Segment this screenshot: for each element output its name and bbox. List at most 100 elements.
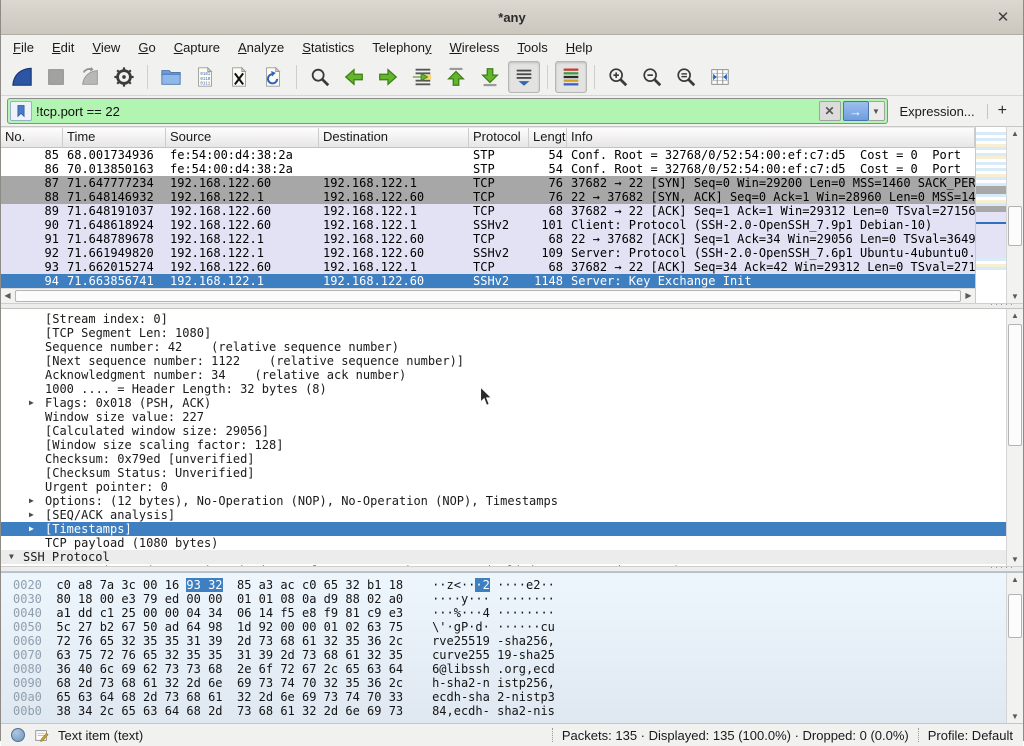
- menu-view[interactable]: View: [83, 37, 129, 58]
- go-to-packet-button[interactable]: [406, 61, 438, 93]
- packet-list-vscrollbar[interactable]: ▲ ▼: [1006, 127, 1023, 303]
- menu-edit[interactable]: Edit: [43, 37, 83, 58]
- collapse-arrow-icon[interactable]: ▼: [9, 552, 14, 562]
- capture-options-button[interactable]: [108, 61, 140, 93]
- add-filter-button[interactable]: +: [988, 102, 1017, 120]
- detail-line[interactable]: Sequence number: 42 (relative sequence n…: [1, 340, 1006, 354]
- capture-comment-icon[interactable]: [34, 728, 49, 743]
- hscroll-thumb[interactable]: [15, 290, 961, 302]
- zoom-original-button[interactable]: [670, 61, 702, 93]
- restart-capture-button[interactable]: [74, 61, 106, 93]
- hex-row-00b0[interactable]: 00b0 38 34 2c 65 63 64 68 2d 73 68 61 32…: [1, 704, 1006, 718]
- filter-clear-button[interactable]: ✕: [819, 101, 841, 121]
- auto-scroll-button[interactable]: [508, 61, 540, 93]
- menu-wireless[interactable]: Wireless: [441, 37, 509, 58]
- vscroll-thumb[interactable]: [1008, 206, 1022, 246]
- close-window-button[interactable]: ✕: [993, 7, 1013, 27]
- detail-line[interactable]: ▶Flags: 0x018 (PSH, ACK): [1, 396, 1006, 410]
- reload-file-button[interactable]: [257, 61, 289, 93]
- hex-row-0060[interactable]: 0060 72 76 65 32 35 35 31 39 2d 73 68 61…: [1, 634, 1006, 648]
- hex-row-0030[interactable]: 0030 80 18 00 e3 79 ed 00 00 01 01 08 0a…: [1, 592, 1006, 606]
- detail-line[interactable]: Urgent pointer: 0: [1, 480, 1006, 494]
- display-filter-field[interactable]: !tcp.port == 22 ✕ → ▼: [7, 98, 888, 124]
- display-filter-input[interactable]: !tcp.port == 22: [36, 104, 819, 119]
- vscroll-thumb[interactable]: [1008, 594, 1022, 638]
- pane-splitter[interactable]: ·····: [1, 303, 1023, 309]
- menu-file[interactable]: File: [4, 37, 43, 58]
- hex-row-0020[interactable]: 0020 c0 a8 7a 3c 00 16 93 32 85 a3 ac c0…: [1, 578, 1006, 592]
- column-header-length[interactable]: Length: [529, 128, 567, 147]
- menu-capture[interactable]: Capture: [165, 37, 229, 58]
- packet-row-88[interactable]: 8871.648146932192.168.122.1192.168.122.6…: [1, 190, 975, 204]
- go-forward-button[interactable]: [372, 61, 404, 93]
- scroll-up-arrow[interactable]: ▲: [1009, 309, 1022, 322]
- vscroll-thumb[interactable]: [1008, 324, 1022, 446]
- scroll-up-arrow[interactable]: ▲: [1009, 127, 1022, 140]
- expand-arrow-icon[interactable]: ▶: [29, 496, 34, 506]
- filter-apply-button[interactable]: →: [843, 101, 869, 121]
- detail-line[interactable]: TCP payload (1080 bytes): [1, 536, 1006, 550]
- open-file-button[interactable]: [155, 61, 187, 93]
- menu-go[interactable]: Go: [129, 37, 164, 58]
- packet-row-93[interactable]: 9371.662015274192.168.122.60192.168.122.…: [1, 260, 975, 274]
- menu-telephony[interactable]: Telephony: [363, 37, 440, 58]
- menu-analyze[interactable]: Analyze: [229, 37, 293, 58]
- column-header-no[interactable]: No.: [1, 128, 63, 147]
- colorize-packets-button[interactable]: [555, 61, 587, 93]
- hex-row-0090[interactable]: 0090 68 2d 73 68 61 32 2d 6e 69 73 74 70…: [1, 676, 1006, 690]
- expand-arrow-icon[interactable]: ▶: [29, 524, 34, 534]
- detail-line[interactable]: [Checksum Status: Unverified]: [1, 466, 1006, 480]
- packet-list-minimap[interactable]: [975, 127, 1006, 303]
- column-header-protocol[interactable]: Protocol: [469, 128, 529, 147]
- detail-line[interactable]: Acknowledgment number: 34 (relative ack …: [1, 368, 1006, 382]
- resize-columns-button[interactable]: [704, 61, 736, 93]
- hex-row-00a0[interactable]: 00a0 65 63 64 68 2d 73 68 61 32 2d 6e 69…: [1, 690, 1006, 704]
- column-header-time[interactable]: Time: [63, 128, 166, 147]
- filter-bookmark-button[interactable]: [10, 101, 32, 121]
- packet-row-91[interactable]: 9171.648789678192.168.122.1192.168.122.6…: [1, 232, 975, 246]
- go-to-bottom-button[interactable]: [474, 61, 506, 93]
- scroll-right-arrow[interactable]: ▶: [962, 292, 975, 300]
- packet-row-89[interactable]: 8971.648191037192.168.122.60192.168.122.…: [1, 204, 975, 218]
- packet-list-hscrollbar[interactable]: ◀ ▶: [1, 288, 975, 303]
- zoom-in-button[interactable]: [602, 61, 634, 93]
- packet-row-90[interactable]: 9071.648618924192.168.122.60192.168.122.…: [1, 218, 975, 232]
- find-packet-button[interactable]: [304, 61, 336, 93]
- scroll-down-arrow[interactable]: ▼: [1009, 710, 1022, 723]
- stop-capture-button[interactable]: [40, 61, 72, 93]
- close-file-button[interactable]: [223, 61, 255, 93]
- detail-line[interactable]: ▶[SEQ/ACK analysis]: [1, 508, 1006, 522]
- go-to-top-button[interactable]: [440, 61, 472, 93]
- detail-line[interactable]: [TCP Segment Len: 1080]: [1, 326, 1006, 340]
- filter-dropdown-button[interactable]: ▼: [869, 101, 885, 121]
- detail-line[interactable]: [Calculated window size: 29056]: [1, 424, 1006, 438]
- hex-row-0070[interactable]: 0070 63 75 72 76 65 32 35 35 31 39 2d 73…: [1, 648, 1006, 662]
- detail-line[interactable]: Window size value: 227: [1, 410, 1006, 424]
- expression-button[interactable]: Expression...: [888, 104, 987, 119]
- detail-line[interactable]: ▶[Timestamps]: [1, 522, 1006, 536]
- menu-tools[interactable]: Tools: [508, 37, 556, 58]
- save-file-button[interactable]: 010101100111: [189, 61, 221, 93]
- packet-row-87[interactable]: 8771.647777234192.168.122.60192.168.122.…: [1, 176, 975, 190]
- column-header-source[interactable]: Source: [166, 128, 319, 147]
- packet-row-85[interactable]: 8568.001734936fe:54:00:d4:38:2aSTP54Conf…: [1, 148, 975, 162]
- column-header-info[interactable]: Info: [567, 128, 975, 147]
- detail-line[interactable]: [Stream index: 0]: [1, 312, 1006, 326]
- details-vscrollbar[interactable]: ▲ ▼: [1006, 309, 1023, 566]
- menu-statistics[interactable]: Statistics: [293, 37, 363, 58]
- detail-line[interactable]: Checksum: 0x79ed [unverified]: [1, 452, 1006, 466]
- expand-arrow-icon[interactable]: ▶: [29, 398, 34, 408]
- scroll-up-arrow[interactable]: ▲: [1009, 573, 1022, 586]
- hex-row-0050[interactable]: 0050 5c 27 b2 67 50 ad 64 98 1d 92 00 00…: [1, 620, 1006, 634]
- detail-line[interactable]: [Window size scaling factor: 128]: [1, 438, 1006, 452]
- go-back-button[interactable]: [338, 61, 370, 93]
- pane-splitter[interactable]: ·····: [1, 566, 1023, 572]
- scroll-left-arrow[interactable]: ◀: [1, 292, 14, 300]
- column-header-destination[interactable]: Destination: [319, 128, 469, 147]
- expand-arrow-icon[interactable]: ▶: [29, 510, 34, 520]
- packet-row-92[interactable]: 9271.661949820192.168.122.1192.168.122.6…: [1, 246, 975, 260]
- expert-info-icon[interactable]: [11, 728, 25, 742]
- hex-row-0040[interactable]: 0040 a1 dd c1 25 00 00 04 34 06 14 f5 e8…: [1, 606, 1006, 620]
- status-profile[interactable]: Profile: Default: [928, 728, 1013, 743]
- start-capture-button[interactable]: [6, 61, 38, 93]
